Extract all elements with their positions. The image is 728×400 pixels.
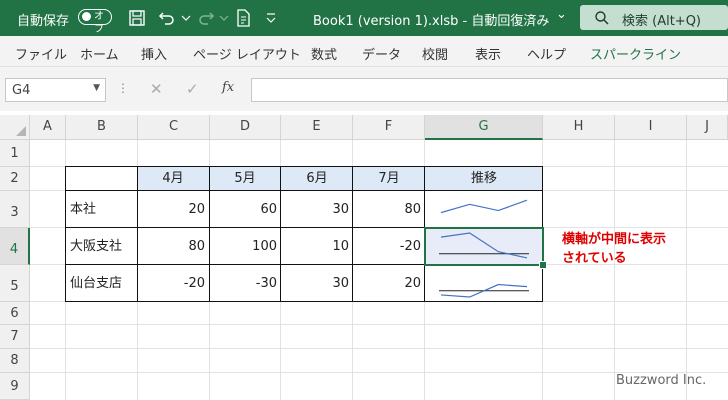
customize-toolbar-icon[interactable]	[262, 8, 282, 28]
redo-icon[interactable]	[196, 8, 216, 28]
formula-input[interactable]	[251, 78, 728, 102]
column-header-i[interactable]: I	[615, 115, 687, 140]
tab-file[interactable]: ファイル	[15, 44, 67, 63]
column-header-b[interactable]: B	[66, 115, 138, 140]
gridline	[614, 140, 615, 400]
row-header-6[interactable]: 6	[0, 302, 30, 325]
row-header-1[interactable]: 1	[0, 140, 30, 167]
tab-help[interactable]: ヘルプ	[527, 44, 566, 63]
gridline	[30, 324, 728, 325]
save-icon[interactable]	[127, 8, 147, 28]
enter-icon[interactable]: ✓	[186, 80, 199, 98]
tab-review[interactable]: 校閲	[422, 44, 448, 63]
autosave-label: 自動保存	[17, 14, 70, 29]
search-icon	[595, 11, 609, 25]
column-header-g[interactable]: G	[425, 115, 543, 140]
undo-icon[interactable]	[157, 8, 177, 28]
table-border	[137, 166, 138, 302]
formula-bar-separator[interactable]: ⋮	[117, 81, 129, 95]
table-border	[352, 166, 353, 302]
search-label: 検索 (Alt+Q)	[622, 14, 702, 29]
tab-page-layout[interactable]: ページ レイアウト	[193, 44, 301, 63]
name-box-dropdown-icon[interactable]: ▼	[93, 83, 100, 93]
row-header-2[interactable]: 2	[0, 167, 30, 191]
row-header-7[interactable]: 7	[0, 325, 30, 349]
table-border	[280, 166, 281, 302]
row-header-8[interactable]: 8	[0, 349, 30, 373]
gridline	[30, 348, 728, 349]
column-header-d[interactable]: D	[210, 115, 281, 140]
autosave-toggle[interactable]: オフ	[78, 9, 112, 35]
name-box-value: G4	[12, 83, 31, 98]
tab-formulas[interactable]: 数式	[311, 44, 337, 63]
toggle-knob	[82, 12, 91, 21]
annotation-line-1: 横軸が中間に表示	[562, 232, 667, 247]
table-border	[209, 166, 210, 302]
autosave-state: オフ	[94, 11, 104, 35]
column-header-f[interactable]: F	[353, 115, 425, 140]
column-header-h[interactable]: H	[543, 115, 615, 140]
insert-function-icon[interactable]: fx	[222, 80, 234, 95]
select-all-button[interactable]	[0, 115, 30, 140]
cancel-icon[interactable]: ✕	[150, 80, 163, 98]
formula-bar: G4 ▼ ⋮ ✕ ✓ fx	[0, 67, 728, 111]
undo-dropdown-icon[interactable]	[177, 8, 197, 28]
row-header-3[interactable]: 3	[0, 191, 30, 228]
row-header-5[interactable]: 5	[0, 265, 30, 302]
tab-home[interactable]: ホーム	[80, 44, 119, 63]
title-bar: 自動保存 オフ Book1 (version 1).xlsb - 自動回復済み …	[0, 0, 728, 36]
tab-data[interactable]: データ	[362, 44, 401, 63]
cell-selection-g4[interactable]	[424, 227, 544, 266]
tab-sparkline[interactable]: スパークライン	[590, 44, 681, 63]
ribbon-tabs: ファイル ホーム 挿入 ページ レイアウト 数式 データ 校閲 表示 ヘルプ ス…	[0, 36, 728, 67]
tab-insert[interactable]: 挿入	[141, 44, 167, 63]
window-title: Book1 (version 1).xlsb - 自動回復済み	[313, 14, 550, 29]
gridline	[686, 140, 687, 400]
row-header-4[interactable]: 4	[0, 228, 30, 265]
row-header-9[interactable]: 9	[0, 373, 30, 400]
name-box[interactable]: G4 ▼	[5, 78, 106, 102]
worksheet-grid[interactable]: A B C D E F G H I J 1 2 3 4 5 6 7 8 9 4月…	[0, 115, 728, 400]
watermark: Buzzword Inc.	[616, 373, 707, 388]
column-header-e[interactable]: E	[281, 115, 353, 140]
column-header-a[interactable]: A	[30, 115, 66, 140]
tab-view[interactable]: 表示	[475, 44, 501, 63]
format-file-icon[interactable]	[234, 8, 254, 28]
fill-handle[interactable]	[539, 261, 547, 269]
annotation-line-2: されている	[562, 251, 627, 266]
search-box[interactable]: 検索 (Alt+Q)	[580, 5, 728, 30]
column-header-j[interactable]: J	[687, 115, 728, 140]
title-dropdown-icon[interactable]: ⌄	[556, 7, 567, 22]
redo-dropdown-icon[interactable]	[215, 8, 235, 28]
column-header-c[interactable]: C	[138, 115, 210, 140]
